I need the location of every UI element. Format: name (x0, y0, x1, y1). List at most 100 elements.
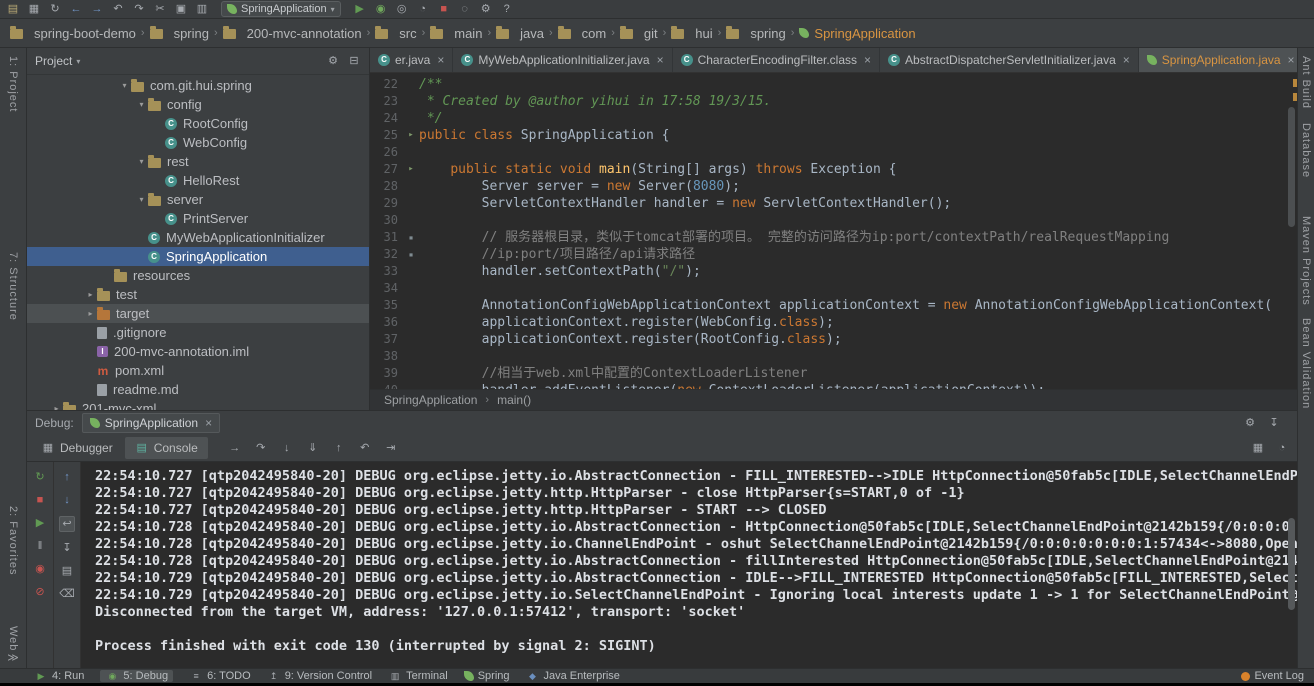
status-button-spring[interactable]: Spring (464, 670, 510, 682)
step-over-icon[interactable]: ↷ (254, 441, 268, 455)
tool-button-database[interactable]: Database (1300, 123, 1312, 178)
tree-item-200-mvc-annotation-iml[interactable]: I200-mvc-annotation.iml (27, 342, 369, 361)
breadcrumb-item-hui[interactable]: hui (671, 26, 712, 41)
resume-icon[interactable]: ▶ (33, 516, 47, 530)
tool-button-bean-validation[interactable]: Bean Validation (1300, 318, 1312, 409)
cut-icon[interactable]: ✂ (153, 2, 167, 16)
tree-item-com-git-hui-spring[interactable]: ▾com.git.hui.spring (27, 76, 369, 95)
editor-breadcrumb-item[interactable]: main() (497, 393, 531, 407)
debug-icon[interactable]: ◉ (374, 2, 388, 16)
console-output[interactable]: 22:54:10.727 [qtp2042495840-20] DEBUG or… (81, 462, 1297, 668)
tree-item-test[interactable]: ▸test (27, 285, 369, 304)
editor-tab-abstractdispatcherservletinitializer-java[interactable]: CAbstractDispatcherServletInitializer.ja… (880, 48, 1139, 72)
save-icon[interactable]: ▦ (27, 2, 41, 16)
tree-item-springapplication[interactable]: CSpringApplication (27, 247, 369, 266)
breadcrumb-item-com[interactable]: com (558, 26, 607, 41)
stop-icon[interactable]: ■ (437, 2, 451, 16)
close-icon[interactable]: × (205, 417, 212, 429)
open-icon[interactable]: ▤ (6, 2, 20, 16)
show-execution-point-icon[interactable]: → (228, 441, 242, 455)
run-to-cursor-icon[interactable]: ⇥ (384, 441, 398, 455)
breadcrumb-item-src[interactable]: src (375, 26, 416, 41)
settings-icon[interactable]: ⚙ (479, 2, 493, 16)
history-icon[interactable]: ◔ (1275, 441, 1289, 455)
run-icon[interactable]: ▶ (353, 2, 367, 16)
tree-item-printserver[interactable]: CPrintServer (27, 209, 369, 228)
tree-item-201-mvc-xml[interactable]: ▸201-mvc-xml (27, 399, 369, 410)
breadcrumb-item-main[interactable]: main (430, 26, 482, 41)
close-icon[interactable]: × (1288, 54, 1295, 66)
editor-breadcrumb-item[interactable]: SpringApplication (384, 393, 477, 407)
forward-icon[interactable]: → (90, 2, 104, 16)
fold-gutter-icon[interactable]: ▪ (403, 229, 419, 246)
redo-icon[interactable]: ↷ (132, 2, 146, 16)
print-icon[interactable]: ▤ (60, 564, 74, 578)
status-button-5-debug[interactable]: ◉5: Debug (100, 670, 173, 682)
project-title[interactable]: Project (35, 54, 72, 68)
stop-icon[interactable]: ■ (33, 493, 47, 507)
tool-button-2-favorites[interactable]: 2: Favorites (7, 506, 19, 575)
breadcrumb-item-spring[interactable]: spring (726, 26, 785, 41)
rerun-icon[interactable]: ↻ (33, 470, 47, 484)
chevron-down-icon[interactable]: ▾ (76, 57, 80, 66)
back-icon[interactable]: ← (69, 2, 83, 16)
settings-icon[interactable]: ⚙ (326, 54, 340, 68)
tool-button-7-structure[interactable]: 7: Structure (7, 252, 19, 321)
tree-chevron-icon[interactable]: ▾ (118, 81, 131, 90)
run-configuration-select[interactable]: SpringApplication ▾ (221, 1, 341, 17)
tree-item-mywebapplicationinitializer[interactable]: CMyWebApplicationInitializer (27, 228, 369, 247)
tool-button-ant-build[interactable]: Ant Build (1300, 56, 1312, 109)
status-button-4-run[interactable]: ▶4: Run (34, 670, 84, 682)
tree-item-resources[interactable]: resources (27, 266, 369, 285)
breadcrumb-item-springapplication[interactable]: SpringApplication (799, 26, 915, 41)
tree-chevron-icon[interactable]: ▾ (135, 195, 148, 204)
clear-icon[interactable]: ⌫ (59, 587, 75, 601)
collapse-all-icon[interactable]: ⊟ (347, 54, 361, 68)
pause-icon[interactable]: ‖ (33, 539, 47, 553)
help-icon[interactable]: ? (500, 2, 514, 16)
tool-button-1-project[interactable]: 1: Project (7, 56, 19, 112)
mute-breakpoints-icon[interactable]: ⊘ (33, 585, 47, 599)
editor-tab-characterencodingfilter-class[interactable]: CCharacterEncodingFilter.class× (673, 48, 880, 72)
status-button-9-version-control[interactable]: ↥9: Version Control (267, 670, 372, 682)
code-editor[interactable]: 22/**23 * Created by @author yihui in 17… (370, 73, 1297, 389)
fold-gutter-icon[interactable]: ▪ (403, 246, 419, 263)
editor-scrollbar[interactable] (1288, 107, 1295, 227)
tree-item-webconfig[interactable]: CWebConfig (27, 133, 369, 152)
step-out-icon[interactable]: ↑ (332, 441, 346, 455)
paste-icon[interactable]: ▥ (195, 2, 209, 16)
force-step-into-icon[interactable]: ⇓ (306, 441, 320, 455)
close-icon[interactable]: × (437, 54, 444, 66)
tree-item-hellorest[interactable]: CHelloRest (27, 171, 369, 190)
breadcrumb-item-spring[interactable]: spring (150, 26, 209, 41)
status-button-6-todo[interactable]: ≡6: TODO (189, 670, 251, 682)
console-scrollbar[interactable] (1288, 518, 1295, 610)
tree-item-pom-xml[interactable]: mpom.xml (27, 361, 369, 380)
status-button-terminal[interactable]: ▥Terminal (388, 670, 448, 682)
tree-chevron-icon[interactable]: ▾ (135, 157, 148, 166)
soft-wrap-icon[interactable]: ↩ (59, 516, 75, 532)
scroll-to-end-icon[interactable]: ↧ (60, 541, 74, 555)
tool-windows-toggle-icon[interactable]: ≫ (7, 651, 19, 664)
copy-icon[interactable]: ▣ (174, 2, 188, 16)
editor-tab-er-java[interactable]: Cer.java× (370, 48, 453, 72)
tree-item-target[interactable]: ▸target (27, 304, 369, 323)
tree-item-readme-md[interactable]: readme.md (27, 380, 369, 399)
debug-session-tab[interactable]: SpringApplication × (82, 413, 220, 433)
undo-icon[interactable]: ↶ (111, 2, 125, 16)
close-icon[interactable]: × (1123, 54, 1130, 66)
coverage-icon[interactable]: ◎ (395, 2, 409, 16)
close-icon[interactable]: × (864, 54, 871, 66)
tree-item-rootconfig[interactable]: CRootConfig (27, 114, 369, 133)
close-icon[interactable]: × (657, 54, 664, 66)
tree-item-gitignore[interactable]: .gitignore (27, 323, 369, 342)
editor-tab-mywebapplicationinitializer-java[interactable]: CMyWebApplicationInitializer.java× (453, 48, 672, 72)
settings-icon[interactable]: ⚙ (1243, 416, 1257, 430)
scroll-up-icon[interactable]: ↑ (60, 470, 74, 484)
breadcrumb-item-200-mvc-annotation[interactable]: 200-mvc-annotation (223, 26, 362, 41)
run-gutter-icon[interactable]: ▸ (403, 161, 419, 178)
profiler-icon[interactable]: ◔ (416, 2, 430, 16)
hide-icon[interactable]: ↧ (1267, 416, 1281, 430)
tree-chevron-icon[interactable]: ▾ (135, 100, 148, 109)
breadcrumb-item-git[interactable]: git (620, 26, 658, 41)
